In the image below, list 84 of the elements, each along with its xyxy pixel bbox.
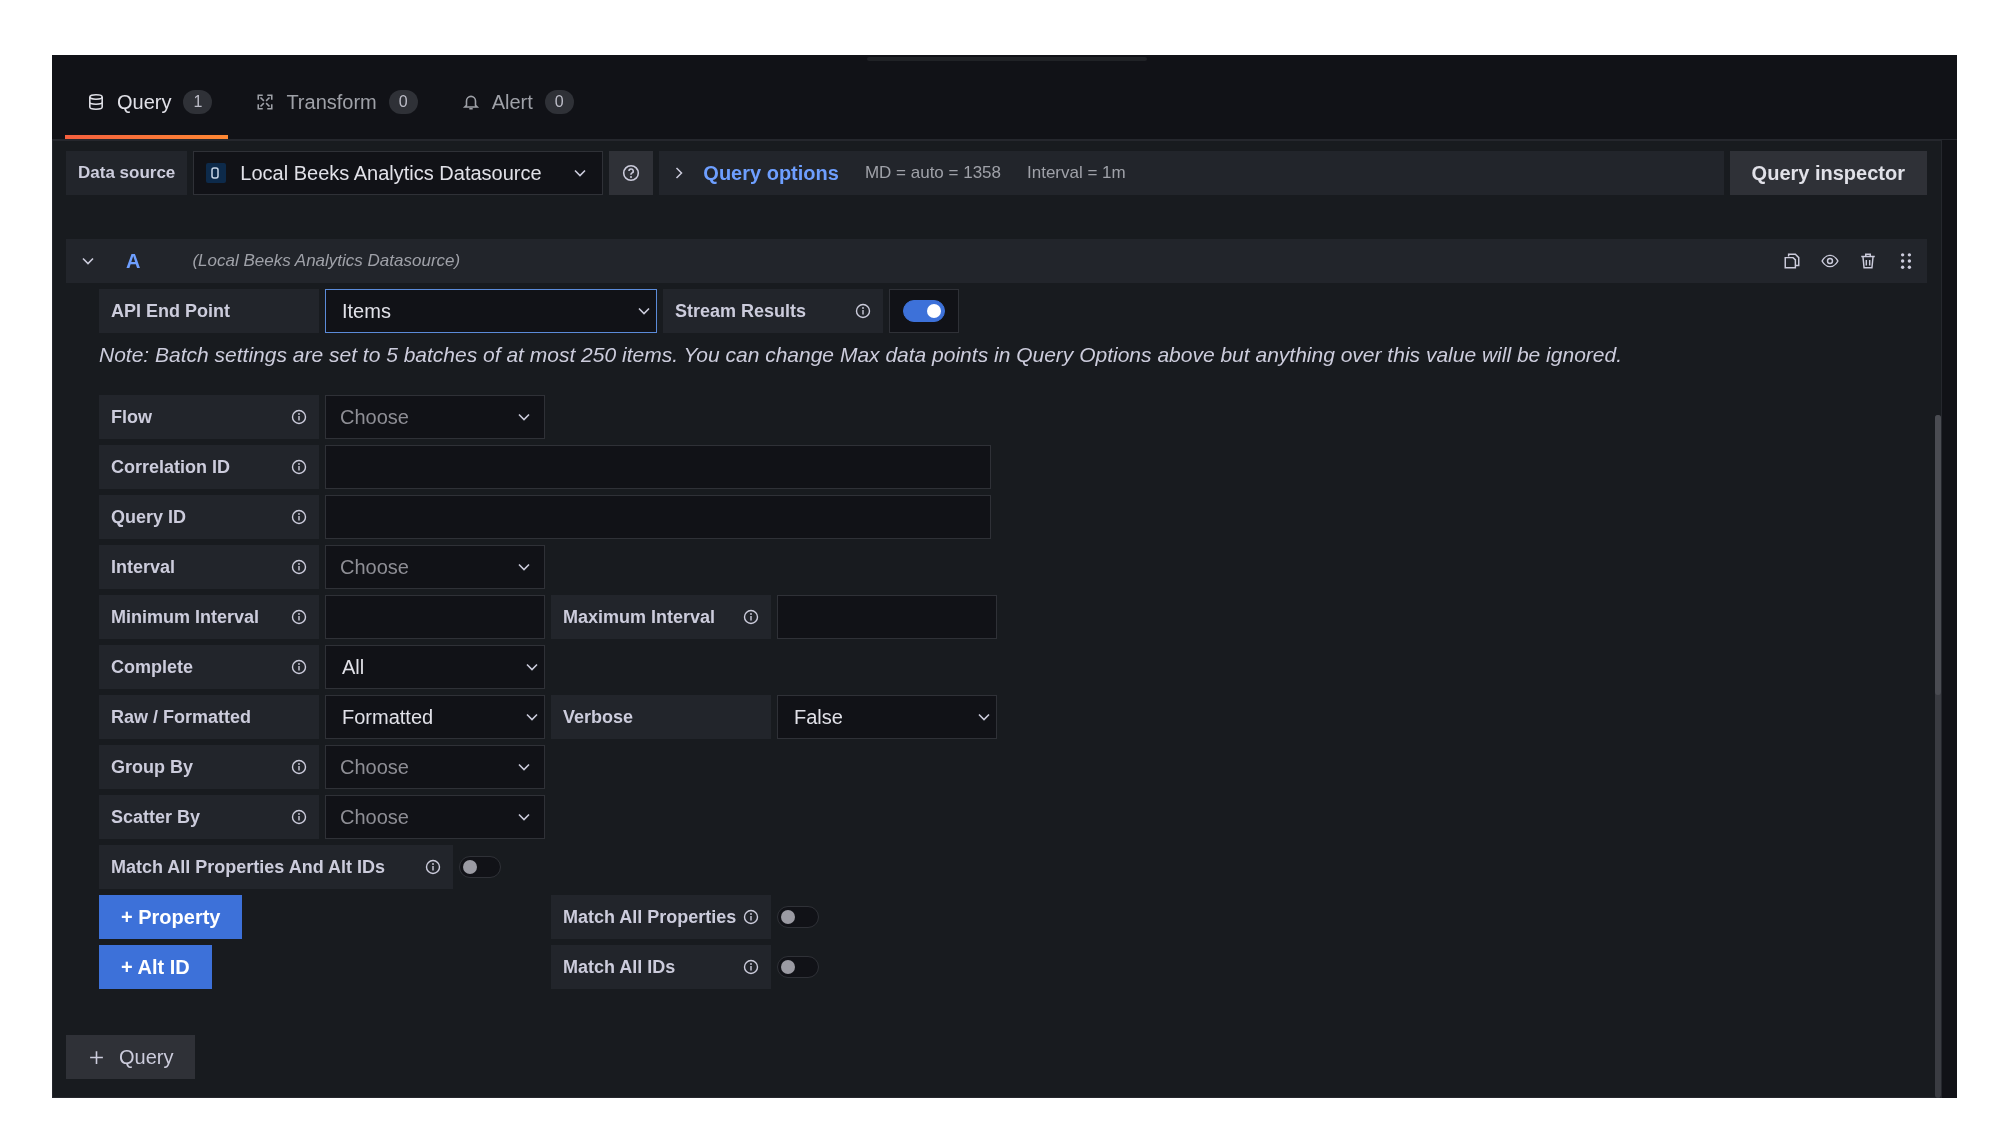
select-field[interactable]: Formatted [325,695,545,739]
field-label-text: Minimum Interval [111,606,260,628]
field-label-text: Maximum Interval [563,606,716,628]
field-label-text: Flow [111,406,152,428]
info-icon [291,659,307,675]
info-icon [291,609,307,625]
add-button[interactable]: + Property [99,895,243,939]
field-label-text: API End Point [111,300,230,322]
datasource-picker[interactable]: Local Beeks Analytics Datasource [193,151,604,195]
help-icon [622,164,641,182]
info-icon [291,409,307,425]
note-text: Note: Batch settings are set to 5 batches of at most 250 items. You can change Max data points in Query Options above but anything over this value will be ignored. [99,342,1623,368]
chevron-down-icon [978,713,990,721]
info-icon [855,303,871,319]
info-icon [291,809,307,825]
toggle-switch[interactable] [777,956,819,978]
chevron-down-icon [574,169,587,177]
info-icon [743,609,759,625]
field-label: Data source [66,151,188,195]
select-field[interactable]: Items [325,289,657,333]
database-icon [87,93,105,111]
select-field[interactable]: Choose [325,745,545,789]
info-icon [291,509,307,525]
field-label-text: Match All Properties [563,906,737,928]
chevron-down-icon [526,663,538,671]
info-icon [291,459,307,475]
field-label-text: Match All IDs [563,956,676,978]
chevron-down-icon [526,713,538,721]
copy-icon[interactable] [1783,252,1801,270]
datasource-name-text: (Local Beeks Analytics Datasource) [192,251,462,271]
chevron-down-icon [518,813,530,821]
info-icon [425,859,441,875]
field-label-text: Raw / Formatted [111,706,252,728]
field-label-text: Query ID [111,506,187,528]
select-field[interactable]: Choose [325,545,545,589]
select-field[interactable]: All [325,645,545,689]
transform-icon [256,93,275,111]
chevron-down-icon [518,763,530,771]
field-label-text: Verbose [563,706,634,728]
info-icon [743,909,759,925]
chevron-right-icon [675,167,684,179]
field-label-text: Group By [111,756,193,778]
chevron-down-icon [518,413,530,421]
scrollbar[interactable] [1935,415,1941,1098]
collapse-chevron-icon[interactable] [82,257,94,265]
datasource-logo-icon [206,163,227,183]
toggle-switch[interactable] [903,300,945,322]
field-label-text: Match All Properties And Alt IDs [111,856,386,878]
input-field[interactable] [325,595,545,639]
count-badge: 0 [388,90,418,114]
info-icon [743,959,759,975]
info-icon [291,759,307,775]
tab[interactable]: Alert 0 [439,69,590,139]
field-label-text: Scatter By [111,806,201,828]
add-query-button[interactable]: Query [66,1035,196,1079]
field-label-text: Complete [111,656,193,678]
query-inspector-button[interactable]: Query inspector [1729,151,1927,195]
tab[interactable]: Transform 0 [234,69,434,139]
eye-icon[interactable] [1821,252,1839,270]
count-badge: 0 [544,90,574,114]
field-label-text: Interval [111,556,176,578]
field-label-text: Stream Results [675,300,807,322]
interval-text: Interval = 1m [1027,163,1126,183]
select-field[interactable]: Choose [325,795,545,839]
add-button[interactable]: + Alt ID [99,945,212,989]
info-icon [291,559,307,575]
select-field[interactable]: Choose [325,395,545,439]
input-field[interactable] [777,595,997,639]
help-button[interactable] [609,151,654,195]
count-badge: 1 [183,90,213,114]
plus-icon [88,1048,105,1066]
field-label-text: Correlation ID [111,456,230,478]
toggle-switch[interactable] [777,906,819,928]
trash-icon[interactable] [1859,252,1877,270]
query-options-link[interactable]: Query options [703,161,839,185]
max-data-points-text: MD = auto = 1358 [864,163,1001,183]
select-field[interactable]: False [777,695,997,739]
chevron-down-icon [518,563,530,571]
toggle-switch[interactable] [459,856,501,878]
input-field[interactable] [325,445,991,489]
chevron-down-icon [638,307,650,315]
bell-icon [461,93,480,111]
query-ref-id[interactable]: A [126,249,141,273]
input-field[interactable] [325,495,991,539]
